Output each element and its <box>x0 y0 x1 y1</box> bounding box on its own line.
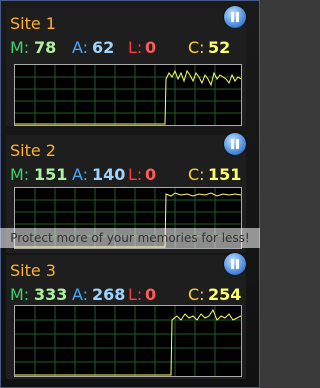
l-value: 0 <box>145 38 157 57</box>
c-label: C: <box>188 165 205 184</box>
site-panel-1: Site 1 M: 78 A: 62 L: 0 C: 52 <box>0 0 260 130</box>
watermark-banner: Protect more of your memories for less! <box>0 228 260 248</box>
a-value: 268 <box>92 285 126 304</box>
c-label: C: <box>188 38 205 57</box>
a-label: A: <box>72 38 89 57</box>
l-value: 0 <box>145 285 157 304</box>
graph-svg <box>15 306 241 376</box>
traffic-graph <box>14 305 242 377</box>
c-value: 254 <box>208 285 242 304</box>
site-panel-3: Site 3 M: 333 A: 268 L: 0 C: 254 <box>0 247 260 382</box>
traffic-graph <box>14 64 242 126</box>
m-label: M: <box>10 285 30 304</box>
graph-svg <box>15 65 241 125</box>
c-value: 52 <box>208 38 231 57</box>
m-value: 151 <box>34 165 68 184</box>
a-value: 140 <box>92 165 126 184</box>
c-value: 151 <box>208 165 242 184</box>
m-label: M: <box>10 165 30 184</box>
l-value: 0 <box>145 165 157 184</box>
a-label: A: <box>72 165 89 184</box>
site-title: Site 2 <box>10 141 56 160</box>
site-title: Site 1 <box>10 14 56 33</box>
l-label: L: <box>128 165 143 184</box>
pause-button[interactable] <box>224 133 246 155</box>
site-stats: M: 333 A: 268 L: 0 C: 254 <box>10 285 246 307</box>
m-value: 78 <box>34 38 57 57</box>
pause-button[interactable] <box>224 6 246 28</box>
site-title: Site 3 <box>10 261 56 280</box>
a-value: 62 <box>92 38 115 57</box>
m-value: 333 <box>34 285 68 304</box>
l-label: L: <box>128 38 143 57</box>
l-label: L: <box>128 285 143 304</box>
pause-button[interactable] <box>224 253 246 275</box>
c-label: C: <box>188 285 205 304</box>
a-label: A: <box>72 285 89 304</box>
site-stats: M: 78 A: 62 L: 0 C: 52 <box>10 38 246 60</box>
site-stats: M: 151 A: 140 L: 0 C: 151 <box>10 165 246 187</box>
m-label: M: <box>10 38 30 57</box>
